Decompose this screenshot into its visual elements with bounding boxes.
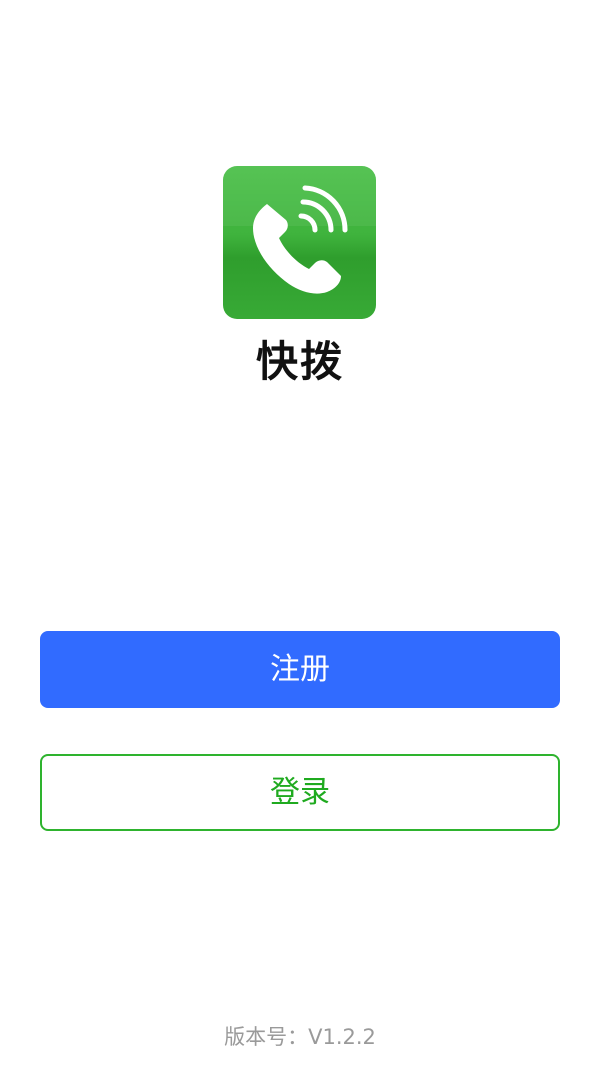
phone-icon <box>223 166 376 294</box>
version-label: 版本号：V1.2.2 <box>224 1025 376 1049</box>
app-logo <box>223 166 376 319</box>
register-button[interactable]: 注册 <box>40 631 560 708</box>
login-button[interactable]: 登录 <box>40 754 560 831</box>
app-name-title: 快拨 <box>255 337 344 386</box>
